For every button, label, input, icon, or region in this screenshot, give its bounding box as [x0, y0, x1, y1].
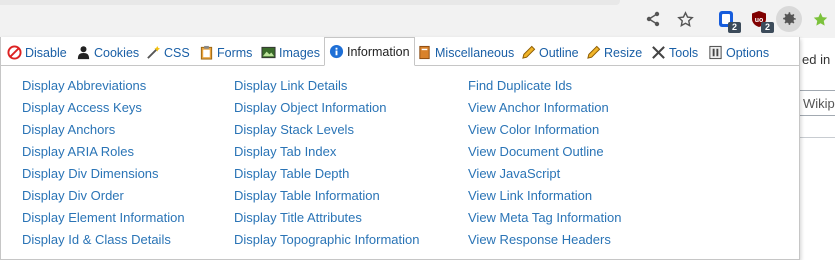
- tab-label: Disable: [25, 45, 67, 60]
- tab-css[interactable]: CSS: [146, 40, 190, 65]
- browser-toolbar: 2 uo 2: [0, 0, 835, 39]
- tab-options[interactable]: Options: [708, 40, 769, 65]
- tab-outline[interactable]: Outline: [521, 40, 579, 65]
- menu-item-display-div-order[interactable]: Display Div Order: [22, 187, 185, 209]
- menu-item-display-id-class-details[interactable]: Display Id & Class Details: [22, 231, 185, 253]
- menu-item-view-document-outline[interactable]: View Document Outline: [468, 143, 621, 165]
- css-wand-icon: [146, 45, 161, 60]
- disable-icon: [7, 45, 22, 60]
- forms-clipboard-icon: [199, 45, 214, 60]
- menu-item-display-div-dimensions[interactable]: Display Div Dimensions: [22, 165, 185, 187]
- outline-pencil-icon: [521, 45, 536, 60]
- tab-label: Images: [279, 45, 320, 60]
- images-icon: [261, 45, 276, 60]
- menu-item-display-table-information[interactable]: Display Table Information: [234, 187, 419, 209]
- tab-resize[interactable]: Resize: [586, 40, 642, 65]
- tab-cookies[interactable]: Cookies: [76, 40, 139, 65]
- information-column-1: Display Abbreviations Display Access Key…: [22, 77, 185, 253]
- page-text-fragment: ed in: [802, 52, 831, 67]
- gear-icon: [783, 12, 796, 25]
- menu-item-display-object-information[interactable]: Display Object Information: [234, 99, 419, 121]
- share-button[interactable]: [642, 8, 664, 30]
- extension-badge: 2: [728, 22, 741, 33]
- tab-bar: Disable Cookies CSS Forms Images Informa: [1, 37, 799, 66]
- green-star-icon: [813, 12, 827, 26]
- tab-label: Resize: [604, 45, 643, 60]
- menu-item-display-stack-levels[interactable]: Display Stack Levels: [234, 121, 419, 143]
- menu-item-view-javascript[interactable]: View JavaScript: [468, 165, 621, 187]
- extension-badge: 2: [761, 22, 774, 33]
- menu-item-display-table-depth[interactable]: Display Table Depth: [234, 165, 419, 187]
- menu-item-view-color-information[interactable]: View Color Information: [468, 121, 621, 143]
- menu-item-display-aria-roles[interactable]: Display ARIA Roles: [22, 143, 185, 165]
- extension-ublock-button[interactable]: uo 2: [748, 8, 774, 33]
- menu-item-view-response-headers[interactable]: View Response Headers: [468, 231, 621, 253]
- tab-tools[interactable]: Tools: [651, 40, 698, 65]
- information-column-3: Find Duplicate Ids View Anchor Informati…: [468, 77, 621, 253]
- omnibox[interactable]: [0, 0, 620, 5]
- page-search-input[interactable]: Wikipe: [796, 90, 835, 116]
- tab-label: Forms: [217, 45, 253, 60]
- tab-information[interactable]: Information: [324, 37, 415, 66]
- star-outline-icon: [676, 10, 694, 27]
- options-icon: [708, 45, 723, 60]
- menu-item-display-link-details[interactable]: Display Link Details: [234, 77, 419, 99]
- tab-label: Miscellaneous: [435, 45, 515, 60]
- information-column-2: Display Link Details Display Object Info…: [234, 77, 419, 253]
- misc-book-icon: [417, 45, 432, 60]
- menu-item-view-link-information[interactable]: View Link Information: [468, 187, 621, 209]
- menu-item-display-abbreviations[interactable]: Display Abbreviations: [22, 77, 185, 99]
- extension-bitwarden-button[interactable]: 2: [715, 8, 741, 33]
- tab-miscellaneous[interactable]: Miscellaneous: [417, 40, 514, 65]
- menu-item-view-meta-tag-information[interactable]: View Meta Tag Information: [468, 209, 621, 231]
- resize-pencil-icon: [586, 45, 601, 60]
- tab-label: Options: [726, 45, 770, 60]
- cookies-icon: [76, 45, 91, 60]
- tab-forms[interactable]: Forms: [199, 40, 252, 65]
- tab-label: Outline: [539, 45, 579, 60]
- bookmark-star-button[interactable]: [674, 8, 696, 30]
- web-developer-popup: Disable Cookies CSS Forms Images Informa: [0, 37, 800, 260]
- menu-item-display-access-keys[interactable]: Display Access Keys: [22, 99, 185, 121]
- tab-disable[interactable]: Disable: [7, 40, 67, 65]
- extension-green-star-button[interactable]: [809, 8, 831, 30]
- menu-item-display-element-information[interactable]: Display Element Information: [22, 209, 185, 231]
- page-content-behind: [800, 38, 835, 260]
- tab-label: Information: [347, 44, 410, 59]
- page-divider: [800, 137, 835, 138]
- web-developer-extension-button[interactable]: [776, 6, 802, 32]
- menu-item-display-tab-index[interactable]: Display Tab Index: [234, 143, 419, 165]
- tools-icon: [651, 45, 666, 60]
- menu-item-find-duplicate-ids[interactable]: Find Duplicate Ids: [468, 77, 621, 99]
- tab-label: Cookies: [94, 45, 140, 60]
- menu-item-display-topographic-information[interactable]: Display Topographic Information: [234, 231, 419, 253]
- info-icon: [329, 44, 344, 59]
- menu-item-view-anchor-information[interactable]: View Anchor Information: [468, 99, 621, 121]
- tab-label: Tools: [669, 45, 699, 60]
- menu-item-display-title-attributes[interactable]: Display Title Attributes: [234, 209, 419, 231]
- tab-images[interactable]: Images: [261, 40, 320, 65]
- menu-item-display-anchors[interactable]: Display Anchors: [22, 121, 185, 143]
- share-icon: [646, 11, 660, 27]
- tab-label: CSS: [164, 45, 190, 60]
